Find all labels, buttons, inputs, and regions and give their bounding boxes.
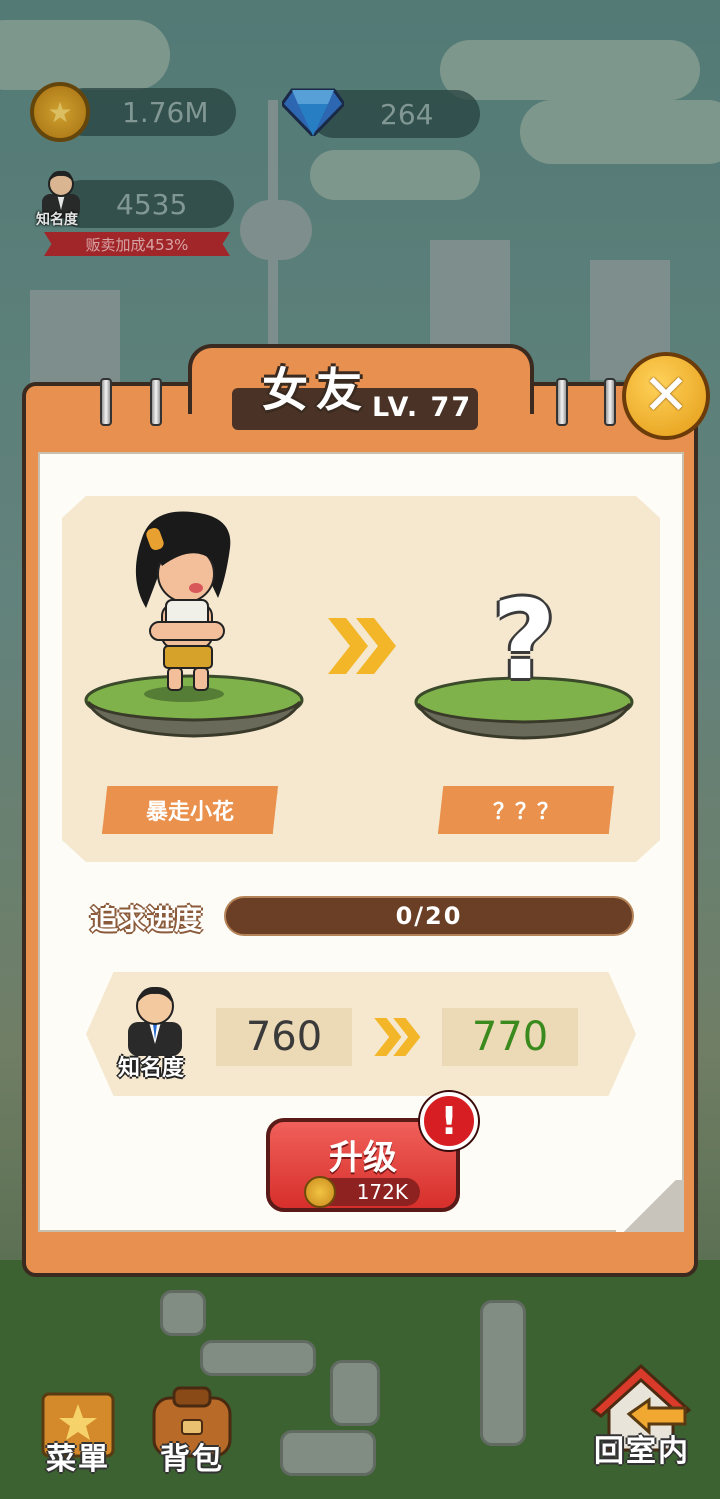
paper-fold-corner (616, 1180, 684, 1232)
double-arrow-icon (328, 618, 396, 674)
level-label: LV. 77 (372, 392, 473, 423)
binder-ring (604, 378, 616, 426)
menu-label: 菜單 (46, 1442, 110, 1477)
progress-label: 追求进度 (90, 903, 203, 936)
back-room-button[interactable]: 回室内 (586, 1364, 698, 1470)
character-figure (135, 511, 231, 702)
binder-ring (100, 378, 112, 426)
binder-ring (556, 378, 568, 426)
question-icon: ? (492, 576, 556, 704)
back-room-label: 回室内 (594, 1434, 690, 1469)
fame-label: 知名度 (118, 1056, 185, 1081)
upgrade-cost-value: 172K (356, 1180, 408, 1204)
progress-text: 0/20 (395, 902, 463, 930)
double-arrow-icon (374, 1018, 421, 1056)
close-button[interactable]: ✕ (622, 352, 710, 440)
upgrade-cost: 172K (304, 1176, 420, 1208)
bag-button[interactable]: 背包 (142, 1384, 242, 1478)
binder-ring (150, 378, 162, 426)
coin-icon (304, 1176, 336, 1208)
close-icon: ✕ (642, 363, 690, 428)
panel-title: 女友 (262, 363, 370, 417)
fame-next-value: 770 (442, 1008, 578, 1066)
bag-label: 背包 (160, 1442, 224, 1477)
alert-icon: ! (420, 1092, 478, 1150)
next-name-tag: ？？？ (438, 786, 614, 834)
fame-current-value: 760 (216, 1008, 352, 1066)
menu-button[interactable]: 菜單 (30, 1388, 126, 1478)
progress-bar: 0/20 (224, 896, 634, 936)
current-name-tag: 暴走小花 (102, 786, 278, 834)
fame-avatar-icon (128, 986, 182, 1056)
